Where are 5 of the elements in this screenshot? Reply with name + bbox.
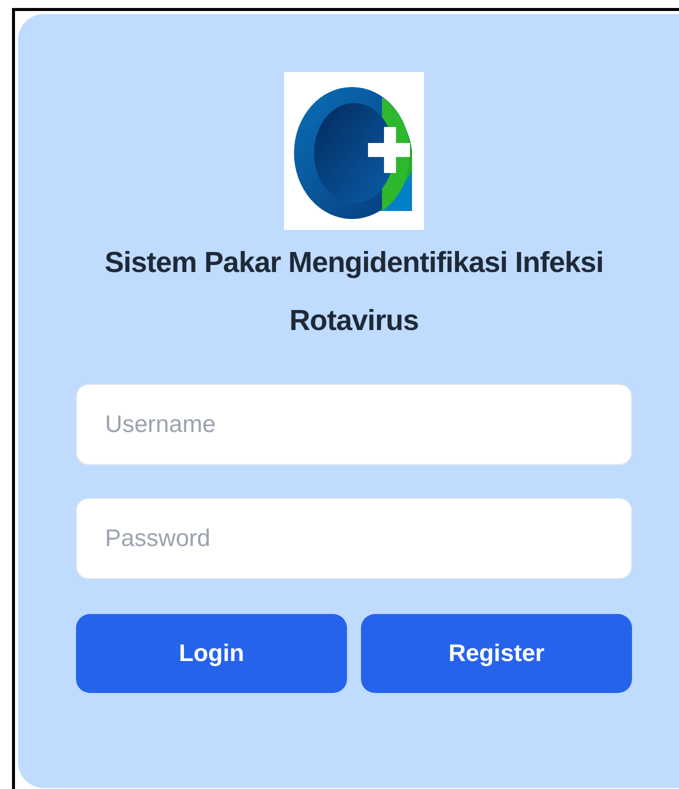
- username-field[interactable]: Username: [76, 384, 632, 465]
- password-field[interactable]: Password: [76, 498, 632, 579]
- app-title: Sistem Pakar Mengidentifikasi Infeksi Rotavirus: [104, 246, 604, 339]
- register-button[interactable]: Register: [361, 614, 632, 693]
- login-button[interactable]: Login: [76, 614, 347, 693]
